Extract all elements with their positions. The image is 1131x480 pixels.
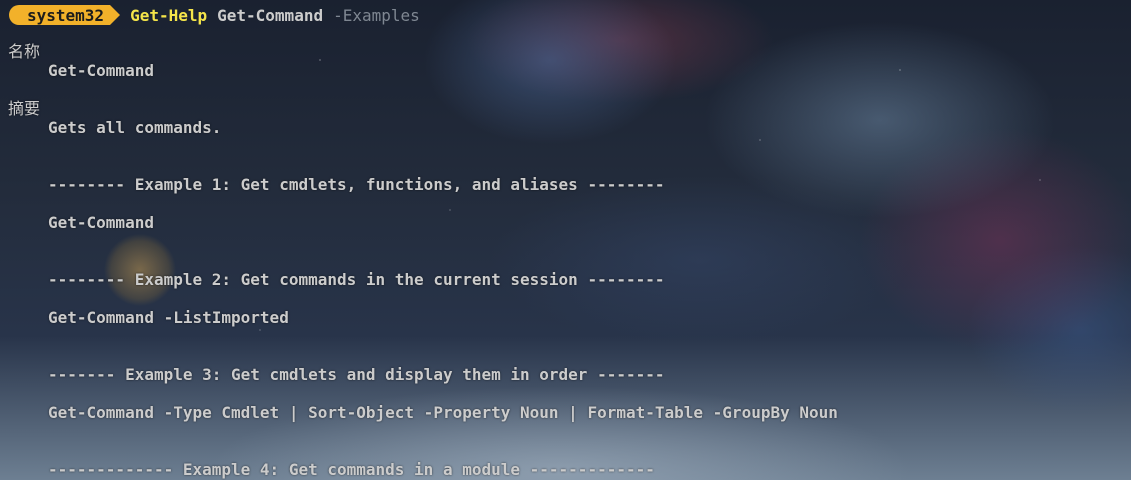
synopsis-heading: 摘要 bbox=[8, 99, 41, 118]
name-heading: 名称 bbox=[8, 42, 41, 61]
prompt-directory-badge: system32 bbox=[9, 5, 111, 25]
example-3-header: ------- Example 3: Get cmdlets and displ… bbox=[48, 365, 665, 384]
prompt-line: system32 Get-Help Get-Command -Examples bbox=[8, 4, 1131, 26]
example-4-header: ------------- Example 4: Get commands in… bbox=[48, 460, 655, 479]
command-parameter: -Examples bbox=[333, 5, 420, 25]
terminal-window[interactable]: system32 Get-Help Get-Command -Examples … bbox=[0, 0, 1131, 480]
example-2-header: -------- Example 2: Get commands in the … bbox=[48, 270, 665, 289]
example-2-code: Get-Command -ListImported bbox=[48, 308, 289, 327]
name-value: Get-Command bbox=[48, 61, 154, 80]
prompt-arrow-icon bbox=[110, 5, 121, 25]
example-3-code: Get-Command -Type Cmdlet | Sort-Object -… bbox=[48, 403, 838, 422]
example-1-code: Get-Command bbox=[48, 213, 154, 232]
synopsis-value: Gets all commands. bbox=[48, 118, 222, 137]
command-name: Get-Help bbox=[130, 5, 208, 25]
example-1-header: -------- Example 1: Get cmdlets, functio… bbox=[48, 175, 665, 194]
command-argument: Get-Command bbox=[217, 5, 324, 25]
